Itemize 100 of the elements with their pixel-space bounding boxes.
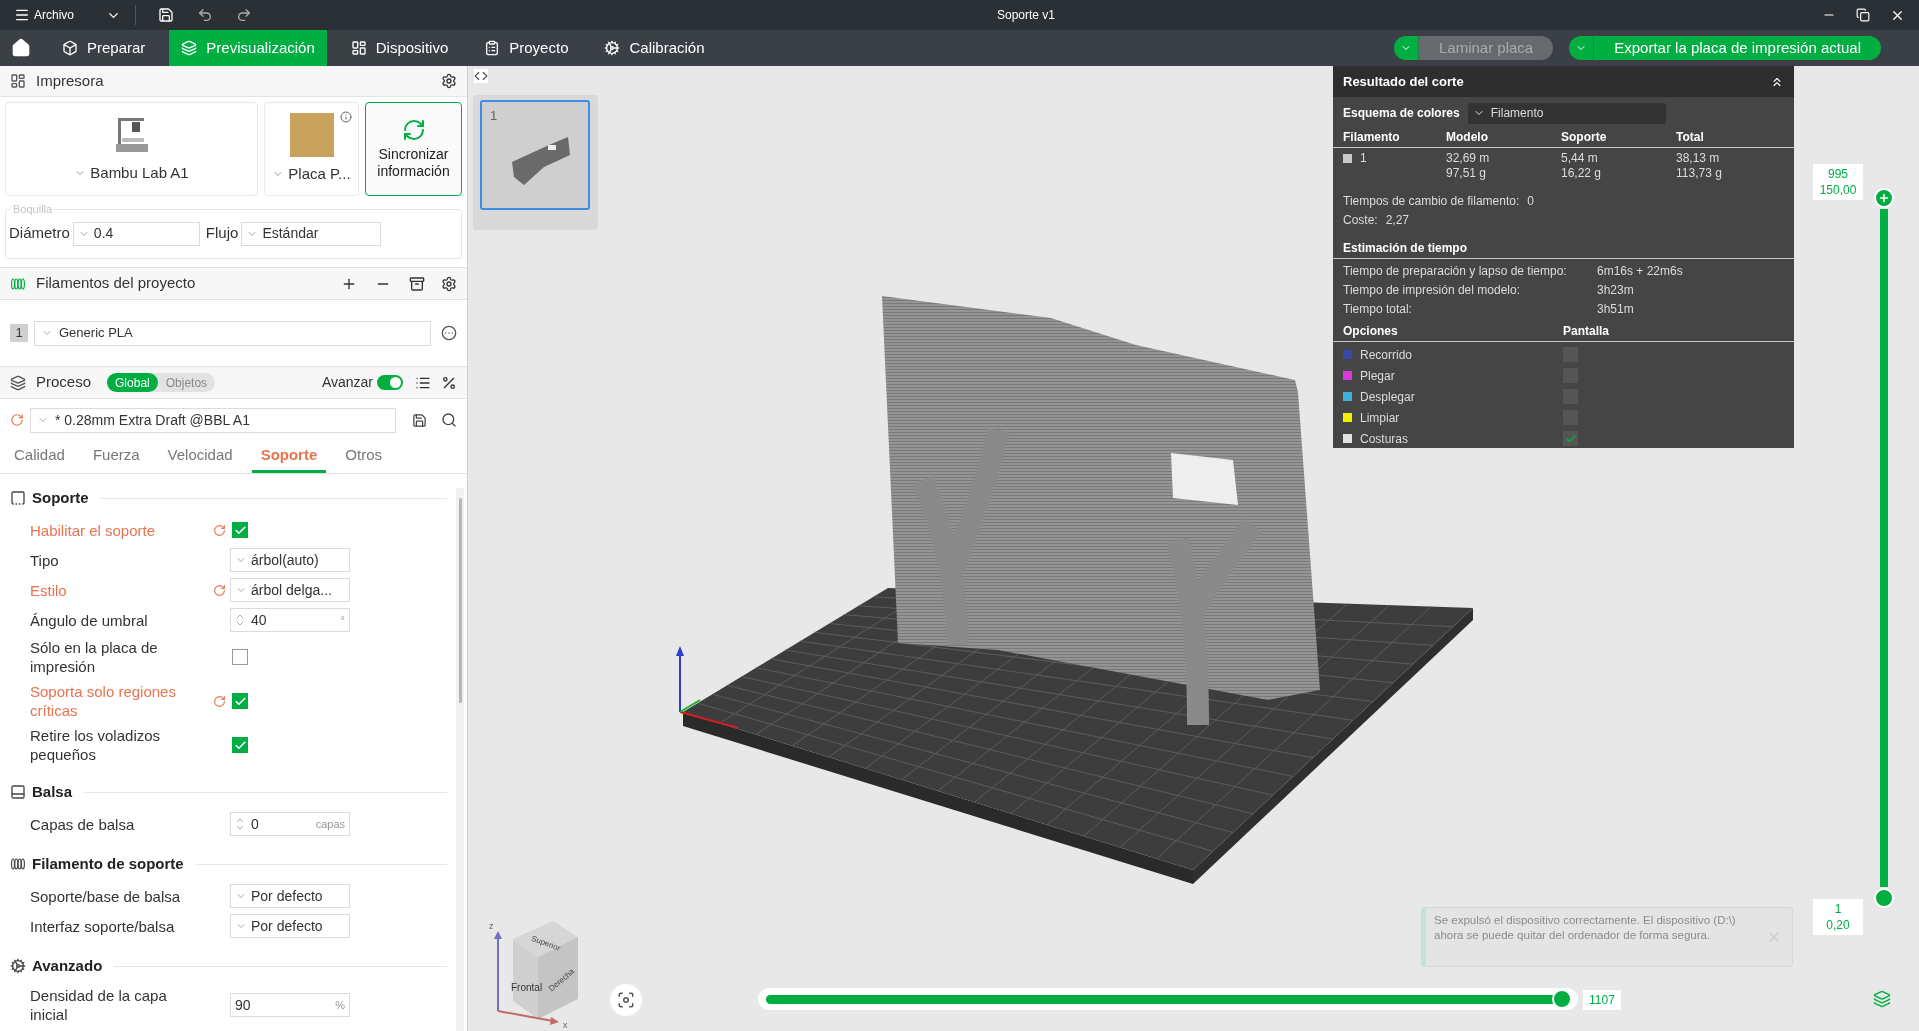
more-icon[interactable] — [441, 325, 457, 341]
legend-label: Costuras — [1360, 430, 1409, 448]
dropdown[interactable]: Generic PLA — [34, 320, 431, 346]
dropdown-toggle[interactable] — [1394, 36, 1419, 60]
column-header: Pantalla — [1563, 322, 1611, 340]
legend-label: Plegar — [1360, 367, 1395, 385]
setting-label: Sólo en la placa de impresión — [30, 638, 159, 676]
nav-tab[interactable]: Preparar — [50, 30, 158, 66]
lower-slider-thumb[interactable] — [1874, 888, 1894, 908]
checkbox[interactable] — [232, 737, 248, 753]
gear-icon — [10, 958, 26, 974]
sync-button[interactable]: Sincronizar información — [365, 102, 462, 196]
table-cell: 32,69 m 97,51 g — [1446, 151, 1490, 181]
number-field[interactable]: 90 % — [230, 993, 350, 1017]
redo-icon[interactable] — [236, 7, 252, 23]
dropdown[interactable]: 0.4 — [72, 221, 200, 246]
dropdown[interactable]: árbol delga... — [230, 578, 350, 602]
setting-label: Ángulo de umbral — [30, 610, 149, 630]
file-menu-button[interactable]: Archivo — [0, 6, 74, 24]
scrollbar[interactable] — [456, 488, 464, 1031]
filament-number: 1 — [10, 324, 28, 342]
group-legend: Boquilla — [11, 201, 55, 218]
restore-icon[interactable] — [1856, 8, 1870, 22]
table-cell: 5,44 m 16,22 g — [1561, 151, 1602, 181]
panel-title: Resultado del corte — [1343, 72, 1464, 91]
field-label: Diámetro — [9, 223, 70, 244]
info-icon[interactable] — [340, 111, 352, 123]
setting-label: Habilitar el soporte — [30, 520, 157, 540]
upper-slider-thumb[interactable] — [1874, 188, 1894, 208]
number-field[interactable]: 40 ° — [230, 608, 350, 632]
dropdown-toggle[interactable] — [1569, 36, 1595, 60]
plate-number: 1 — [490, 107, 498, 125]
setting-label: Capas de balsa — [30, 814, 136, 834]
layer-value-label: 1 0,20 — [1813, 899, 1863, 935]
focus-frame-icon — [617, 991, 635, 1009]
summary-value: 2,27 — [1385, 211, 1410, 229]
search-icon[interactable] — [441, 412, 457, 428]
revert-icon[interactable] — [213, 583, 226, 597]
time-value: 6m16s + 22m6s — [1597, 262, 1684, 280]
field-label: Esquema de colores — [1343, 105, 1460, 122]
axis-label: z — [489, 921, 494, 931]
nav-tab[interactable]: Dispositivo — [338, 30, 461, 66]
printer-card[interactable]: Bambu Lab A1 — [5, 102, 258, 196]
undo-icon[interactable] — [197, 7, 213, 23]
toggle-switch[interactable] — [377, 375, 403, 390]
layer-value-label: 995 150,00 — [1813, 164, 1863, 200]
printer-panel-icon — [10, 73, 26, 89]
revert-icon[interactable] — [10, 413, 24, 427]
checkbox[interactable] — [232, 649, 248, 665]
settings-tab[interactable]: Velocidad — [158, 441, 242, 473]
settings-icon[interactable] — [441, 73, 457, 89]
dropdown[interactable]: Filamento — [1467, 102, 1666, 124]
dashboard-icon — [350, 40, 367, 56]
layer-slider-range[interactable] — [1880, 209, 1888, 887]
dropdown[interactable]: Por defecto — [230, 884, 350, 908]
settings-tab[interactable]: Calidad — [5, 441, 74, 473]
layers-icon — [10, 374, 26, 391]
time-label: Tiempo total: — [1343, 300, 1413, 318]
nav-tab[interactable]: Calibración — [592, 30, 717, 66]
cube-icon — [62, 40, 78, 56]
save-icon[interactable] — [412, 412, 427, 428]
time-label: Tiempo de preparación y lapso de tiempo: — [1343, 262, 1568, 280]
archive-icon[interactable] — [409, 275, 425, 292]
section-title: Proceso — [36, 372, 92, 393]
plate-card[interactable]: Placa P... — [264, 102, 359, 196]
plate-thumbnail[interactable]: 1 — [480, 100, 590, 210]
summary-value: 0 — [1527, 192, 1534, 210]
x-axis-arrow — [497, 1010, 559, 1025]
revert-icon[interactable] — [213, 694, 226, 708]
home-icon — [11, 38, 31, 58]
legend-label: Limpiar — [1360, 409, 1400, 427]
section-title: Impresora — [36, 70, 104, 91]
build-plate-icon — [289, 112, 334, 157]
support-icon — [10, 490, 26, 506]
column-header: Total — [1676, 128, 1705, 146]
view-cube-drawing[interactable] — [513, 921, 578, 1019]
group-title: Avanzado — [32, 955, 103, 976]
capture-view-button[interactable] — [610, 984, 642, 1016]
stepper-icon — [235, 816, 245, 832]
settings-tab[interactable]: Otros — [336, 441, 391, 473]
percent-icon[interactable] — [441, 374, 457, 391]
revert-icon[interactable] — [213, 523, 226, 537]
setting-label: Tipo — [30, 550, 60, 570]
checkbox[interactable] — [232, 693, 248, 709]
dropdown[interactable]: Por defecto — [230, 914, 350, 938]
display-checkbox[interactable] — [1563, 431, 1578, 446]
settings-tab[interactable]: Fuerza — [83, 441, 149, 473]
checkbox[interactable] — [232, 522, 248, 538]
move-slider-track[interactable] — [758, 988, 1578, 1010]
dropdown[interactable]: * 0.28mm Extra Draft @BBL A1 — [30, 407, 396, 433]
settings-icon[interactable] — [441, 275, 457, 292]
group-title: Filamento de soporte — [32, 853, 184, 874]
setting-label: Interfaz soporte/balsa — [30, 916, 176, 936]
section-title: Filamentos del proyecto — [36, 273, 196, 294]
dropdown[interactable]: Estándar — [241, 221, 382, 246]
group-title: Balsa — [32, 781, 73, 802]
nav-tab[interactable]: Proyecto — [472, 30, 581, 66]
dropdown[interactable]: árbol(auto) — [230, 548, 350, 572]
panel-toggle-icon[interactable] — [474, 69, 488, 83]
number-field[interactable]: 0 capas — [230, 812, 350, 836]
